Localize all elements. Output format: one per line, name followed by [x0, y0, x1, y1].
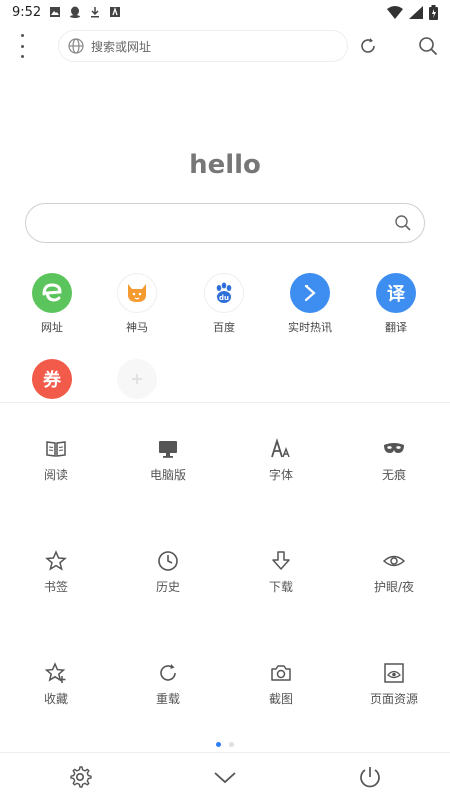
shortcut-label: 神马: [126, 321, 148, 334]
shortcut-coupon[interactable]: 券: [22, 359, 82, 399]
page-dot-active: [216, 742, 221, 747]
qq-notification-icon: [70, 6, 81, 18]
menu-label: 页面资源: [369, 692, 418, 706]
menu-reading[interactable]: 阅读: [0, 438, 112, 483]
shortcut-label: 实时热讯: [288, 321, 332, 334]
power-icon[interactable]: [358, 765, 382, 789]
wifi-icon: [387, 5, 403, 19]
menu-label: 历史: [155, 580, 180, 594]
shortcut-add[interactable]: [107, 359, 167, 399]
menu-eye-protection[interactable]: 护眼/夜: [338, 550, 450, 595]
menu-label: 阅读: [43, 468, 68, 482]
shortcut-shenma[interactable]: 神马: [107, 273, 167, 335]
home-search-input[interactable]: [25, 203, 425, 243]
coupon-icon: 券: [32, 359, 72, 399]
book-icon: [46, 441, 66, 457]
menu-incognito[interactable]: 无痕: [338, 438, 450, 483]
menu-label: 电脑版: [149, 468, 186, 482]
e-browser-icon: [32, 273, 72, 313]
svg-text:du: du: [219, 294, 229, 302]
menu-divider: [0, 402, 450, 403]
shortcut-realtime-news[interactable]: 实时热讯: [280, 273, 340, 335]
coupon-glyph: 券: [43, 370, 61, 391]
menu-font[interactable]: 字体: [225, 438, 337, 483]
shortcut-label: 百度: [213, 321, 235, 334]
add-icon: [117, 359, 157, 399]
shortcut-wangzhi[interactable]: 网址: [22, 273, 82, 335]
browser-page: 9:52 搜索或网址 hello 网址 神马 du 百度 实时热讯 译 翻译 券…: [0, 0, 450, 800]
menu-downloads[interactable]: 下载: [225, 550, 337, 595]
download-notification-icon: [91, 7, 100, 18]
menu-label: 无痕: [381, 468, 406, 482]
clock-icon: [158, 551, 178, 571]
more-menu-icon[interactable]: [14, 34, 30, 58]
monitor-icon: [159, 441, 177, 458]
globe-icon: [68, 38, 84, 54]
signal-icon: [409, 5, 423, 19]
url-placeholder: 搜索或网址: [91, 39, 152, 54]
gallery-notification-icon: [50, 7, 61, 17]
chevron-down-icon[interactable]: [213, 765, 237, 789]
menu-label: 重载: [155, 692, 180, 706]
page-dot[interactable]: [229, 742, 234, 747]
star-icon: [45, 550, 67, 571]
menu-label: 字体: [268, 468, 293, 482]
page-indicator: [0, 742, 450, 747]
settings-gear-icon[interactable]: [68, 765, 92, 789]
menu-page-resources[interactable]: 页面资源: [338, 662, 450, 707]
menu-label: 下载: [268, 580, 293, 594]
download-arrow-icon: [272, 551, 290, 570]
menu-label: 书签: [43, 580, 68, 594]
shortcut-translate[interactable]: 译 翻译: [366, 273, 426, 335]
translate-icon: 译: [376, 273, 416, 313]
reload-icon: [160, 664, 176, 681]
page-resources-icon: [384, 663, 404, 683]
app-notification-icon: [110, 6, 121, 17]
star-add-icon: [45, 662, 66, 683]
shortcut-label: 翻译: [385, 321, 407, 334]
menu-reload[interactable]: 重载: [112, 662, 224, 707]
menu-bookmarks[interactable]: 书签: [0, 550, 112, 595]
shortcut-label: 网址: [41, 321, 63, 334]
status-time: 9:52: [12, 4, 42, 20]
menu-label: 截图: [268, 692, 293, 706]
bottom-divider: [0, 752, 450, 753]
arrow-icon: [290, 273, 330, 313]
menu-history[interactable]: 历史: [112, 550, 224, 595]
home-title: hello: [189, 150, 261, 180]
battery-icon: [429, 4, 438, 20]
shortcut-baidu[interactable]: du 百度: [194, 273, 254, 335]
search-icon[interactable]: [394, 214, 412, 232]
font-size-icon: [271, 438, 290, 458]
menu-desktop-mode[interactable]: 电脑版: [112, 438, 224, 483]
eye-icon: [383, 555, 405, 567]
mask-icon: [384, 443, 404, 453]
top-bar: 搜索或网址: [0, 28, 450, 64]
refresh-icon[interactable]: [358, 36, 378, 56]
search-icon[interactable]: [418, 36, 438, 56]
url-search-bar[interactable]: 搜索或网址: [58, 30, 348, 62]
menu-favorites[interactable]: 收藏: [0, 662, 112, 707]
baidu-paw-icon: du: [204, 273, 244, 313]
camera-icon: [271, 665, 291, 681]
status-bar: 9:52: [0, 0, 450, 24]
translate-glyph: 译: [387, 284, 405, 305]
shenma-icon: [117, 273, 157, 313]
menu-label: 护眼/夜: [373, 580, 415, 594]
menu-screenshot[interactable]: 截图: [225, 662, 337, 707]
menu-label: 收藏: [43, 692, 68, 706]
